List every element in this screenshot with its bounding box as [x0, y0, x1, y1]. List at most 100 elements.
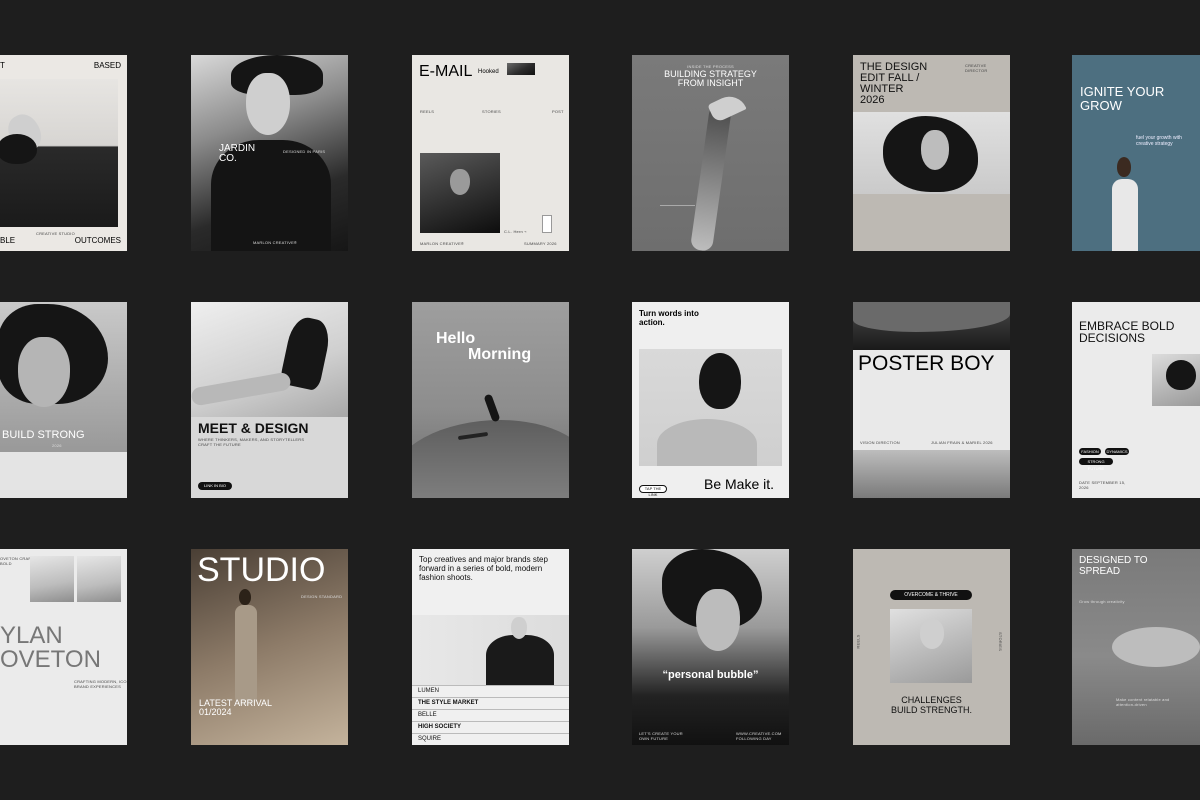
card-photo: [420, 153, 500, 233]
card-title: IGNITE YOUR GROW: [1080, 84, 1165, 113]
portrait-hair: [699, 353, 741, 409]
card-footer-left: LET'S CREATE YOUR OWN FUTURE: [639, 731, 683, 741]
card-photo: [0, 79, 118, 227]
card-subtitle: Grow through creativity: [1079, 599, 1125, 604]
card-title: E-MAIL: [419, 63, 473, 80]
portrait-face: [921, 130, 949, 170]
card-hello-morning[interactable]: Hello Morning: [412, 302, 569, 498]
overcome-thrive-pill[interactable]: OVERCOME & THRIVE: [890, 590, 972, 600]
card-subtitle: DESIGN STANDARD: [301, 594, 343, 599]
card-thumb-2: [77, 556, 121, 602]
card-quote: “personal bubble”: [662, 669, 759, 681]
card-photo-top: [853, 302, 1010, 350]
card-year: 2026: [52, 443, 62, 448]
person-head: [1117, 157, 1131, 177]
brand-list: LUMEN THE STYLE MARKET BELLE HIGH SOCIET…: [412, 685, 569, 745]
brand-item[interactable]: HIGH SOCIETY: [412, 721, 569, 733]
card-photo: [191, 302, 348, 417]
card-embrace-bold[interactable]: EMBRACE BOLD DECISIONS FASHION DYNAMICS …: [1072, 302, 1200, 498]
card-title: CHALLENGES BUILD STRENGTH.: [890, 695, 972, 715]
shoulder-shape: [657, 419, 757, 466]
card-left-label: VISION DIRECTION: [860, 440, 900, 445]
card-photo: [1152, 354, 1200, 406]
card-title: POSTER BOY: [858, 352, 995, 375]
link-in-bio-button[interactable]: LINK IN BIO: [198, 482, 232, 490]
card-title-morning: Morning: [468, 346, 532, 363]
body-shape: [1112, 627, 1200, 667]
card-bottom-text: Be Make it.: [704, 476, 775, 492]
wave-shape: [412, 420, 569, 498]
card-text-bottom-right: OUTCOMES: [74, 236, 121, 245]
card-photo: [639, 349, 782, 466]
card-text-top-left: T: [0, 61, 5, 70]
tap-the-link-button[interactable]: TAP THE LINK: [639, 485, 667, 497]
portrait-face: [450, 169, 470, 195]
card-footer-right: SUMMARY 2026: [524, 241, 557, 246]
card-turn-words[interactable]: Turn words into action. TAP THE LINK Be …: [632, 302, 789, 498]
card-title: STUDIO: [197, 551, 326, 589]
card-challenges[interactable]: OVERCOME & THRIVE REELS STORIES CHALLENG…: [853, 549, 1010, 745]
card-title: THE DESIGN EDIT FALL / WINTER 2026: [860, 61, 928, 106]
card-title: Top creatives and major brands step forw…: [419, 555, 548, 582]
tag-fashion[interactable]: FASHION: [1079, 448, 1101, 455]
person-body: [235, 605, 257, 705]
tag-dynamics[interactable]: DYNAMICS: [1105, 448, 1129, 455]
card-build-strong[interactable]: BUILD STRONG 2026: [0, 302, 127, 498]
brand-item[interactable]: SQUIRE: [412, 733, 569, 745]
card-title: EMBRACE BOLD DECISIONS: [1079, 319, 1175, 345]
card-title: YLAN OVETON: [0, 622, 101, 673]
card-based-outcomes[interactable]: T BASED CREATIVE STUDIO BLE OUTCOMES: [0, 55, 127, 251]
card-thumb-1: [30, 556, 74, 602]
card-design-edit[interactable]: THE DESIGN EDIT FALL / WINTER 2026 CREAT…: [853, 55, 1010, 251]
card-title: JARDIN CO.: [219, 143, 256, 164]
person-body: [1112, 179, 1138, 251]
card-photo: [853, 112, 1010, 194]
card-footer: Make content relatable and attention-dri…: [1116, 697, 1170, 707]
card-personal-bubble[interactable]: “personal bubble” LET'S CREATE YOUR OWN …: [632, 549, 789, 745]
card-date: DATE SEPTEMBER 15, 2026: [1079, 480, 1126, 490]
shirt: [0, 452, 127, 498]
card-photo: [890, 609, 972, 683]
card-building-strategy[interactable]: INSIDE THE PROCESS BUILDING STRATEGY FRO…: [632, 55, 789, 251]
card-photo: [412, 615, 569, 685]
card-hooked: Hooked: [478, 69, 499, 75]
surfer-shape: [483, 393, 501, 423]
card-studio[interactable]: STUDIO DESIGN STANDARD LATEST ARRIVAL 01…: [191, 549, 348, 745]
brand-item[interactable]: LUMEN: [412, 685, 569, 697]
card-latest: LATEST ARRIVAL 01/2024: [199, 698, 273, 717]
person-face: [511, 617, 527, 639]
person-body: [486, 635, 554, 685]
tag-strong-future[interactable]: STRONG FUTURE: [1079, 458, 1113, 471]
card-jardin-co[interactable]: JARDIN CO. DESIGNED IN PARIS MARLON CREA…: [191, 55, 348, 251]
tab-reels: REELS: [420, 109, 435, 114]
card-subtitle: DESIGNED IN PARIS: [283, 149, 326, 154]
card-small-image: [542, 215, 552, 233]
card-poster-boy[interactable]: POSTER BOY VISION DIRECTION JULIAN FRAIN…: [853, 302, 1010, 498]
card-subtitle: fuel your growth with creative strategy: [1136, 135, 1182, 147]
card-ylan-oveton[interactable]: OVETON CRAFTS BOLD YLAN OVETON CRAFTING …: [0, 549, 127, 745]
card-title: MEET & DESIGN: [198, 420, 309, 436]
card-footer: MARLON CREATIVE®: [253, 240, 298, 245]
hat-shape: [853, 302, 1010, 332]
card-right-label: JULIAN FRAIN & MARIEL 2026: [931, 440, 993, 445]
card-email-hooked[interactable]: E-MAIL Hooked REELS STORIES POST C.L. He…: [412, 55, 569, 251]
card-thumb: [507, 63, 535, 75]
side-label-right: STORIES: [997, 632, 1003, 651]
card-text-bottom-left: BLE: [0, 236, 16, 245]
brand-item[interactable]: THE STYLE MARKET: [412, 697, 569, 709]
card-title: DESIGNED TO SPREAD: [1079, 555, 1148, 577]
card-top-creatives[interactable]: Top creatives and major brands step forw…: [412, 549, 569, 745]
card-title: BUILD STRONG: [2, 429, 85, 441]
portrait-hair: [1166, 360, 1196, 390]
card-footer-left: MARLON CREATIVE®: [420, 241, 465, 246]
card-meet-design[interactable]: MEET & DESIGN WHERE THINKERS, MAKERS, AN…: [191, 302, 348, 498]
brand-item[interactable]: BELLE: [412, 709, 569, 721]
side-label-left: REELS: [855, 634, 861, 649]
card-ignite[interactable]: IGNITE YOUR GROW fuel your growth with c…: [1072, 55, 1200, 251]
leg-shape: [191, 371, 292, 407]
leg-shape: [689, 104, 733, 251]
portrait-face: [18, 337, 70, 407]
card-text-top-right: BASED: [93, 61, 121, 70]
tab-stories: STORIES: [482, 109, 501, 114]
card-designed-to-spread[interactable]: DESIGNED TO SPREAD Grow through creativi…: [1072, 549, 1200, 745]
